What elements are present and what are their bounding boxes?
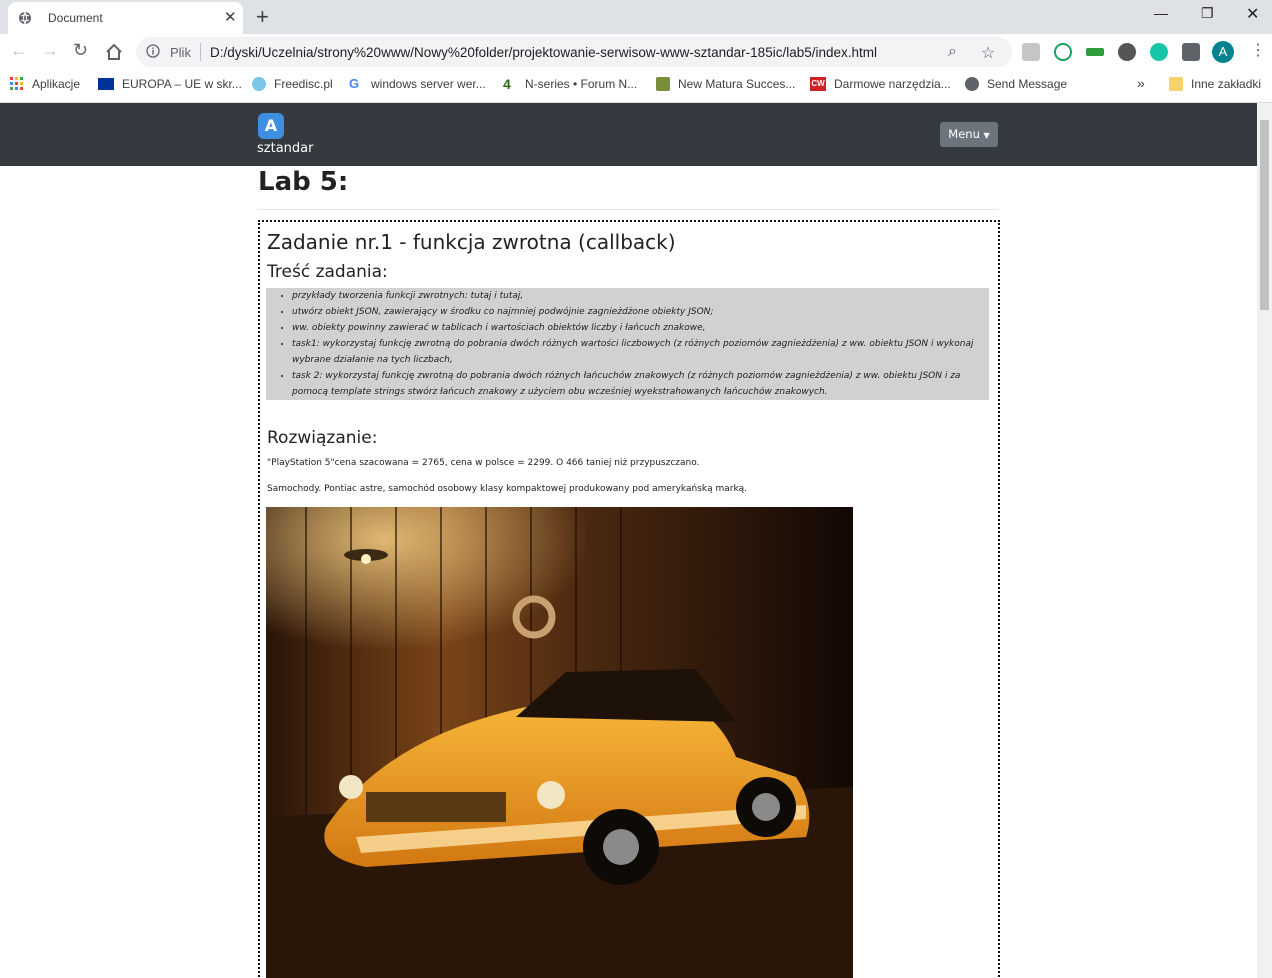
task-section: Zadanie nr.1 - funkcja zwrotna (callback…: [258, 220, 1000, 978]
address-prefix: Plik: [170, 45, 191, 60]
extension-dark-icon[interactable]: [1118, 43, 1136, 61]
brand-name[interactable]: sztandar: [257, 141, 313, 156]
eu-flag-icon: [98, 78, 114, 90]
bookmark-label: Send Message: [987, 77, 1068, 91]
requirements-list: przykłady tworzenia funkcji zwrotnych: t…: [266, 288, 989, 400]
solution-text: "PlayStation 5"cena szacowana = 2765, ce…: [267, 458, 700, 468]
bookmark-item[interactable]: 4 N-series • Forum N...: [503, 77, 637, 91]
url-text[interactable]: D:/dyski/Uczelnia/strony%20www/Nowy%20fo…: [210, 45, 877, 60]
zoom-icon[interactable]: ⌕: [948, 43, 957, 61]
task-heading: Zadanie nr.1 - funkcja zwrotna (callback…: [267, 230, 676, 254]
close-tab-icon[interactable]: ✕: [224, 8, 237, 26]
extension-check-icon[interactable]: [1054, 43, 1072, 61]
profile-avatar[interactable]: A: [1212, 41, 1234, 63]
task-content-heading: Treść zadania:: [267, 262, 388, 282]
extension-grammarly-icon[interactable]: [1150, 43, 1168, 61]
browser-tab[interactable]: Document ✕: [8, 2, 243, 34]
task-requirements: przykłady tworzenia funkcji zwrotnych: t…: [266, 288, 989, 400]
bookmarks-bar: Aplikacje EUROPA – UE w skr... Freedisc.…: [0, 70, 1272, 103]
globe-icon: [965, 77, 979, 91]
bookmark-label: windows server wer...: [371, 77, 486, 91]
scrollbar-thumb[interactable]: [1260, 120, 1269, 310]
bookmark-label: N-series • Forum N...: [525, 77, 638, 91]
list-item: task1: wykorzystaj funkcję zwrotną do po…: [292, 336, 989, 368]
list-item: przykłady tworzenia funkcji zwrotnych: t…: [292, 288, 989, 304]
page-title: Lab 5:: [258, 167, 349, 197]
list-item: task 2: wykorzystaj funkcję zwrotną do p…: [292, 368, 989, 400]
bookmark-label: Freedisc.pl: [274, 77, 333, 91]
page-scrollbar[interactable]: [1257, 103, 1272, 978]
bookmark-label: New Matura Succes...: [678, 77, 796, 91]
four-icon: 4: [503, 76, 511, 92]
bookmark-item[interactable]: Send Message: [965, 77, 1067, 91]
bookmark-item[interactable]: G windows server wer...: [349, 76, 486, 92]
bookmark-item[interactable]: Freedisc.pl: [252, 77, 333, 91]
apps-grid-icon: [10, 77, 23, 90]
extensions-puzzle-icon[interactable]: [1182, 43, 1200, 61]
other-bookmarks[interactable]: Inne zakładki: [1169, 77, 1261, 91]
car-photo: [266, 507, 853, 978]
brand-logo[interactable]: A: [258, 113, 284, 139]
menu-label: Menu: [948, 127, 980, 141]
tab-title: Document: [48, 11, 103, 25]
tab-strip: Document ✕ + — ❐ ✕: [0, 0, 1272, 34]
cw-icon: CW: [810, 77, 826, 91]
other-bookmarks-label: Inne zakładki: [1191, 77, 1262, 91]
home-icon[interactable]: [105, 43, 123, 61]
forward-icon[interactable]: →: [41, 40, 59, 61]
bookmark-label: Darmowe narzędzia...: [834, 77, 951, 91]
list-item: ww. obiekty powinny zawierać w tablicach…: [292, 320, 989, 336]
minimize-icon[interactable]: —: [1154, 5, 1168, 21]
bookmark-item[interactable]: Aplikacje: [10, 77, 80, 91]
cloud-icon: [252, 77, 266, 91]
info-icon[interactable]: [146, 44, 160, 58]
google-icon: G: [349, 76, 360, 91]
solution-heading: Rozwiązanie:: [267, 428, 378, 448]
extension-cast-icon[interactable]: [1022, 43, 1040, 61]
site-navbar: A sztandar Menu ▼: [0, 103, 1257, 166]
close-window-icon[interactable]: ✕: [1246, 4, 1259, 24]
bookmark-item[interactable]: New Matura Succes...: [656, 77, 795, 91]
extension-green-icon[interactable]: [1086, 48, 1104, 56]
new-tab-button[interactable]: +: [256, 4, 269, 30]
address-bar[interactable]: Plik D:/dyski/Uczelnia/strony%20www/Nowy…: [136, 37, 1012, 67]
bookmark-star-icon[interactable]: ☆: [981, 43, 995, 63]
bookmark-label: Aplikacje: [32, 77, 81, 91]
caret-down-icon: ▼: [983, 131, 990, 140]
menu-button[interactable]: Menu ▼: [940, 122, 998, 147]
solution-text: Samochody. Pontiac astre, samochód osobo…: [267, 484, 748, 494]
divider: [258, 209, 998, 210]
bookmarks-overflow-icon[interactable]: »: [1137, 75, 1145, 91]
address-separator: [200, 43, 201, 61]
folder-icon: [1169, 77, 1183, 91]
back-icon[interactable]: ←: [10, 40, 28, 61]
globe-icon: [19, 11, 31, 25]
browser-menu-icon[interactable]: ⋮: [1250, 40, 1266, 60]
site-icon: [656, 77, 670, 91]
list-item: utwórz obiekt JSON, zawierający w środku…: [292, 304, 989, 320]
reload-icon[interactable]: ↻: [73, 40, 88, 61]
bookmark-item[interactable]: CW Darmowe narzędzia...: [810, 77, 951, 91]
page-viewport: A sztandar Menu ▼ Lab 5: Zadanie nr.1 - …: [0, 103, 1257, 978]
bookmark-item[interactable]: EUROPA – UE w skr...: [98, 77, 242, 91]
restore-icon[interactable]: ❐: [1201, 5, 1214, 22]
browser-toolbar: ← → ↻ Plik D:/dyski/Uczelnia/strony%20ww…: [0, 34, 1272, 70]
bookmark-label: EUROPA – UE w skr...: [122, 77, 242, 91]
